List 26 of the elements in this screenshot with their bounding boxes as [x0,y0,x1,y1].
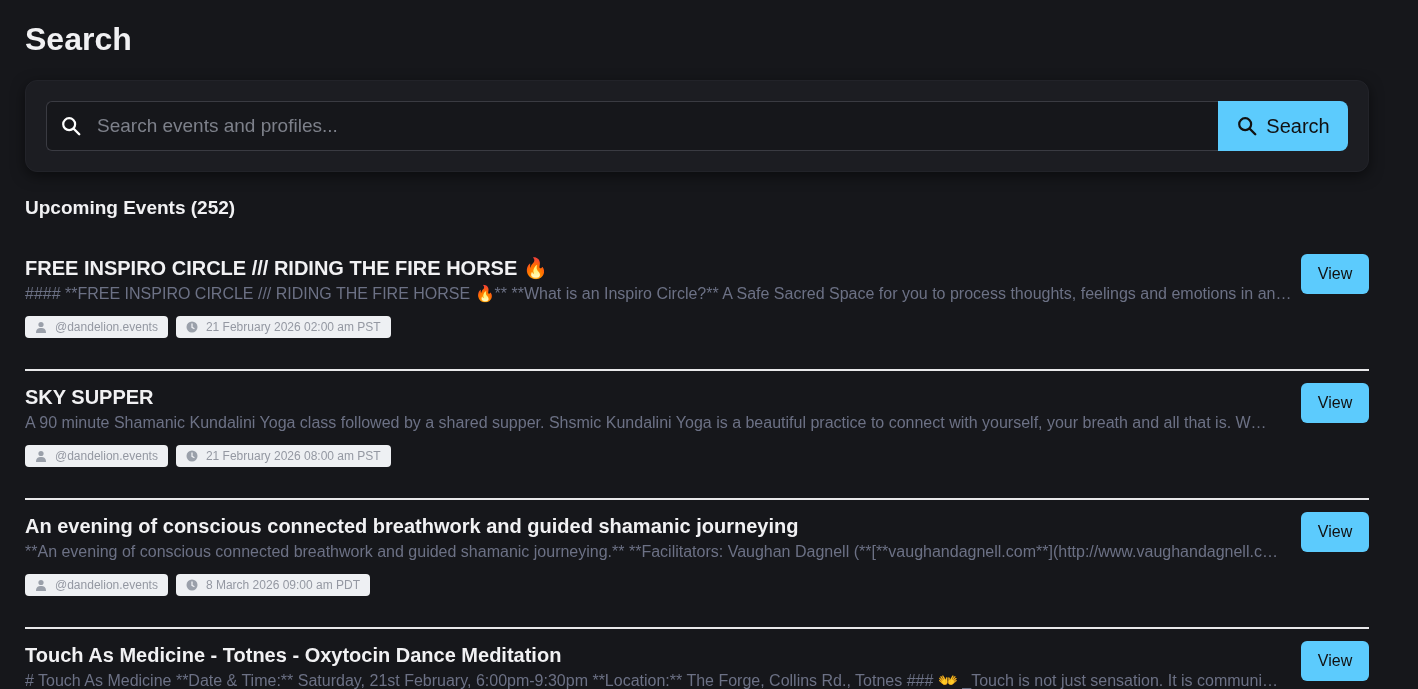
person-icon [35,321,47,333]
clock-icon [185,579,198,591]
clock-icon [185,450,198,462]
person-icon [35,579,47,591]
date-tag: 21 February 2026 08:00 am PST [175,445,391,467]
event-description: **An evening of conscious connected breathwork and guided shamanic journeying.** **Facilitators: Vaughan Dagnell (**[**vaughandagnell.com**](http://www.vaughandagnell.c… [25,542,1279,562]
event-title: FREE INSPIRO CIRCLE /// RIDING THE FIRE HORSE 🔥 [25,256,549,281]
search-icon [1236,115,1259,137]
view-button[interactable]: View [1301,254,1369,294]
view-button[interactable]: View [1301,512,1369,552]
event-title: SKY SUPPER [25,385,155,410]
date-tag: 8 March 2026 09:00 am PDT [175,574,370,596]
event-title: An evening of conscious connected breathwork and guided shamanic journeying [25,514,800,539]
view-button[interactable]: View [1301,641,1369,681]
search-field[interactable]: Search events and profiles... [46,101,1218,151]
event-description: #### **FREE INSPIRO CIRCLE /// RIDING THE FIRE HORSE 🔥** **What is an Inspiro Circle?** A Safe Sacred Space for you to process thoughts, feelings and emotions in an… [25,284,1293,304]
date-tag: 21 February 2026 02:00 am PST [175,316,391,338]
clock-icon [185,321,198,333]
event-description: # Touch As Medicine **Date & Time:** Saturday, 21st February, 6:00pm-9:30pm **Location:** The Forge, Collins Rd., Totnes ### 👐 _Touch is not just sensation. It is communi… [25,671,1279,689]
section-heading: Upcoming Events (252) [25,196,237,220]
search-button[interactable]: Search [1218,101,1348,151]
event-title: Touch As Medicine - Totnes - Oxytocin Dance Meditation [25,643,563,668]
view-button[interactable]: View [1301,383,1369,423]
event-description: A 90 minute Shamanic Kundalini Yoga class followed by a shared supper. Shsmic Kundalini Yoga is a beautiful practice to connect with yourself, your breath and all that is. W… [25,413,1268,433]
page-title: Search [25,20,133,59]
person-icon [35,450,47,462]
